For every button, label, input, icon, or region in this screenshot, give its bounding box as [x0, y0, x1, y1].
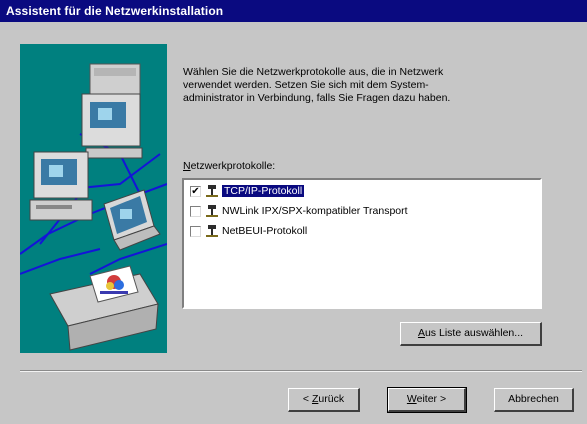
checkbox-netbeui[interactable] [190, 225, 201, 237]
network-protocol-icon [206, 205, 218, 217]
network-illustration [19, 44, 168, 353]
protocols-label-accelerator: N [183, 160, 191, 172]
checkbox-nwlink[interactable] [190, 205, 201, 217]
intro-text: Wählen Sie die Netzwerkprotokolle aus, d… [183, 66, 528, 105]
wizard-window: Assistent für die Netzwerkinstallation W… [0, 0, 587, 424]
back-button-prefix: < [302, 393, 312, 405]
intro-line: Wählen Sie die Netzwerkprotokolle aus, d… [183, 66, 444, 78]
list-item-nwlink[interactable]: NWLink IPX/SPX-kompatibler Transport [190, 203, 408, 219]
cancel-button[interactable]: Abbrechen [494, 388, 574, 412]
list-item-label: NetBEUI-Protokoll [222, 225, 308, 237]
next-button[interactable]: Weiter > [387, 387, 467, 413]
protocols-label-text: etzwerkprotokolle: [190, 160, 276, 172]
choose-from-list-button[interactable]: Aus Liste auswählen... [400, 322, 542, 346]
list-item-netbeui[interactable]: NetBEUI-Protokoll [190, 223, 307, 239]
checkbox-tcpip[interactable]: ✔ [190, 185, 201, 197]
next-button-accelerator: W [406, 393, 417, 405]
back-button-text: urück [318, 393, 345, 405]
protocols-label: Netzwerkprotokolle: [183, 160, 275, 172]
title-bar[interactable]: Assistent für die Netzwerkinstallation [0, 0, 587, 22]
back-button[interactable]: < Zurück [288, 388, 360, 412]
separator-line [20, 370, 582, 372]
intro-line: verwendet werden. Setzen Sie sich mit de… [183, 79, 429, 91]
network-protocol-icon [206, 225, 218, 237]
window-title: Assistent für die Netzwerkinstallation [6, 4, 224, 18]
next-button-text: eiter > [416, 393, 447, 405]
choose-button-accelerator: A [417, 327, 425, 339]
intro-line: administrator in Verbindung, falls Sie F… [183, 92, 451, 104]
choose-button-text: us Liste auswählen... [424, 327, 524, 339]
network-protocol-icon [206, 185, 218, 197]
list-item-label: TCP/IP-Protokoll [220, 184, 306, 198]
list-item-label: NWLink IPX/SPX-kompatibler Transport [222, 205, 408, 217]
list-item-tcpip[interactable]: ✔ TCP/IP-Protokoll [190, 183, 306, 199]
cancel-button-label: Abbrechen [508, 393, 559, 405]
network-computers-illustration [19, 63, 168, 351]
protocols-listbox[interactable]: ✔ TCP/IP-Protokoll NWLink IPX/SPX-kompat… [182, 178, 542, 309]
